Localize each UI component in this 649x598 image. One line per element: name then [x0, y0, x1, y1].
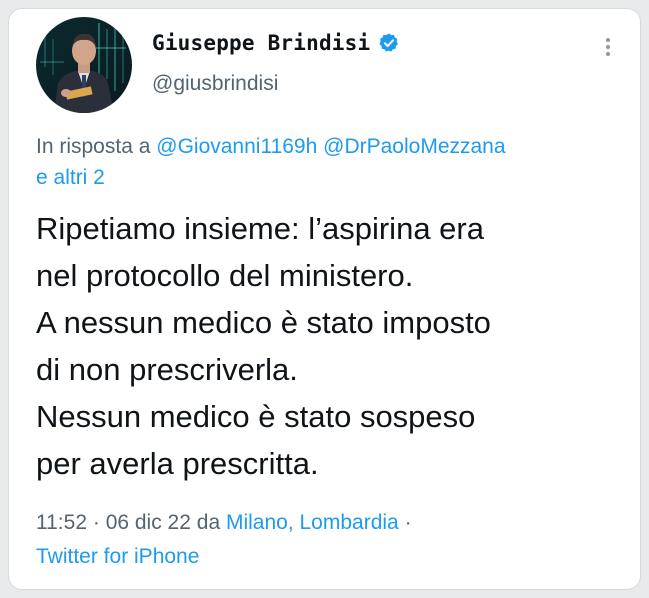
tweet-source-link[interactable]: Twitter for iPhone — [36, 545, 199, 568]
meta-separator: · — [92, 511, 100, 534]
reply-others-link[interactable]: e altri 2 — [36, 166, 105, 189]
tweet-text-line: A nessun medico è stato imposto — [36, 305, 491, 340]
tweet-text-line: Nessun medico è stato sospeso — [36, 399, 476, 434]
tweet-text-line: di non prescriverla. — [36, 352, 298, 387]
verified-badge-icon — [378, 32, 400, 54]
avatar-image — [36, 17, 132, 113]
more-options-icon[interactable] — [598, 35, 618, 63]
tweet-location-link[interactable]: Milano, Lombardia — [226, 511, 399, 534]
author-avatar[interactable] — [36, 17, 132, 113]
tweet-text: Ripetiamo insieme: l’aspirina era nel pr… — [36, 205, 626, 487]
tweet-date[interactable]: 06 dic 22 — [106, 511, 191, 534]
tweet-time[interactable]: 11:52 — [36, 511, 87, 534]
reply-context: In risposta a @Giovanni1169h @DrPaoloMez… — [36, 131, 621, 193]
mention-link-1[interactable]: @Giovanni1169h — [156, 135, 317, 158]
author-display-name[interactable]: Giuseppe Brindisi — [152, 31, 370, 55]
tweet-text-line: per averla prescritta. — [36, 446, 319, 481]
tweet-text-line: nel protocollo del ministero. — [36, 258, 414, 293]
reply-prefix: In risposta a — [36, 135, 151, 158]
tweet-text-line: Ripetiamo insieme: l’aspirina era — [36, 211, 484, 246]
location-prefix: da — [196, 511, 221, 534]
author-handle[interactable]: @giusbrindisi — [152, 72, 278, 96]
meta-separator: · — [404, 511, 412, 534]
mention-link-2[interactable]: @DrPaoloMezzana — [323, 135, 505, 158]
author-name-row[interactable]: Giuseppe Brindisi — [152, 31, 400, 55]
tweet-card[interactable]: Giuseppe Brindisi @giusbrindisi In rispo… — [8, 8, 641, 590]
tweet-metadata: 11:52 · 06 dic 22 da Milano, Lombardia ·… — [36, 506, 626, 574]
